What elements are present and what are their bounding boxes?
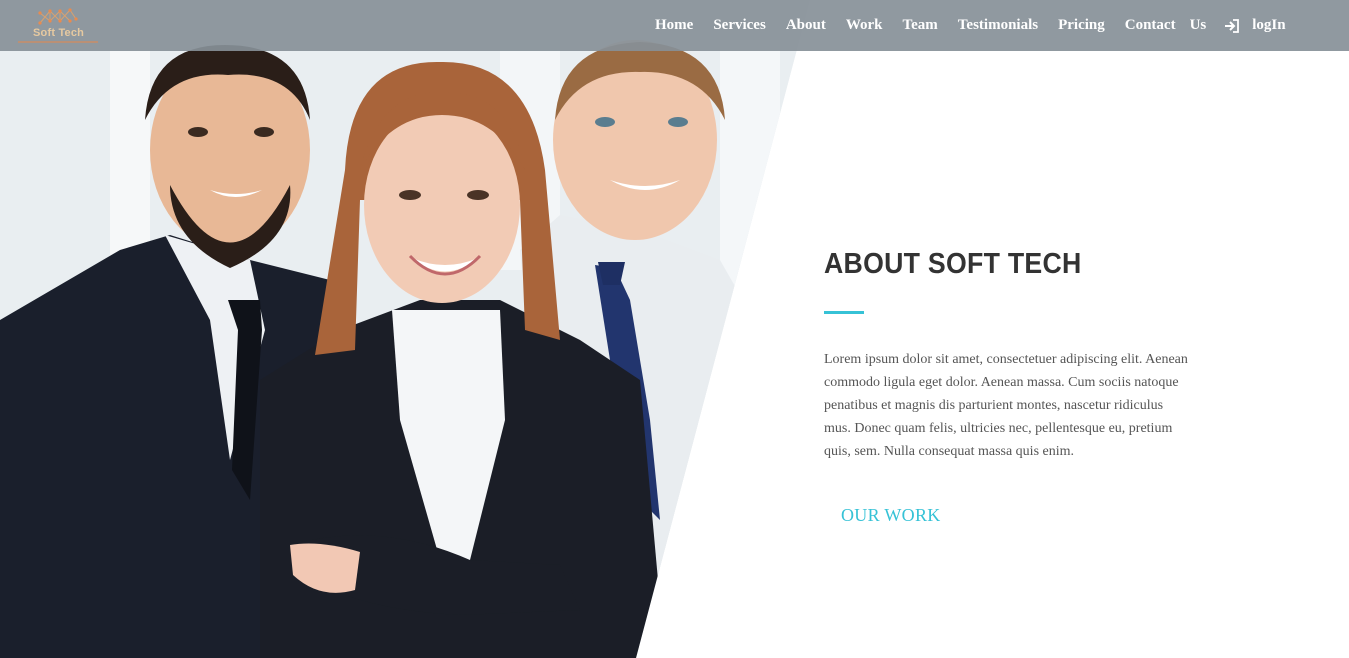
nav-us[interactable]: Us	[1190, 17, 1207, 34]
our-work-button[interactable]: OUR WORK	[841, 505, 941, 526]
login-link[interactable]: logIn	[1224, 17, 1286, 34]
brand-logo[interactable]: Soft Tech	[18, 5, 98, 45]
nav-home[interactable]: Home	[655, 17, 693, 34]
nav-work[interactable]: Work	[846, 17, 883, 34]
hero-photo	[0, 0, 810, 658]
network-logo-icon	[38, 8, 78, 25]
nav-services[interactable]: Services	[713, 17, 765, 34]
brand-name: Soft Tech	[33, 27, 85, 39]
main-nav: Home Services About Work Team Testimonia…	[655, 0, 1306, 51]
logo-underline	[18, 41, 98, 43]
top-navbar: Soft Tech Home Services About Work Team …	[0, 0, 1349, 51]
title-accent-line	[824, 311, 864, 314]
sign-in-icon	[1225, 18, 1240, 33]
nav-team[interactable]: Team	[903, 17, 938, 34]
business-team-image	[0, 0, 810, 658]
nav-pricing[interactable]: Pricing	[1058, 17, 1105, 34]
nav-testimonials[interactable]: Testimonials	[958, 17, 1038, 34]
login-label: logIn	[1252, 17, 1286, 33]
nav-about[interactable]: About	[786, 17, 826, 34]
about-title: ABOUT SOFT TECH	[824, 248, 1082, 280]
about-section: ABOUT SOFT TECH Lorem ipsum dolor sit am…	[824, 248, 1204, 526]
about-description: Lorem ipsum dolor sit amet, consectetuer…	[824, 352, 1188, 459]
nav-contact[interactable]: Contact	[1125, 17, 1176, 34]
